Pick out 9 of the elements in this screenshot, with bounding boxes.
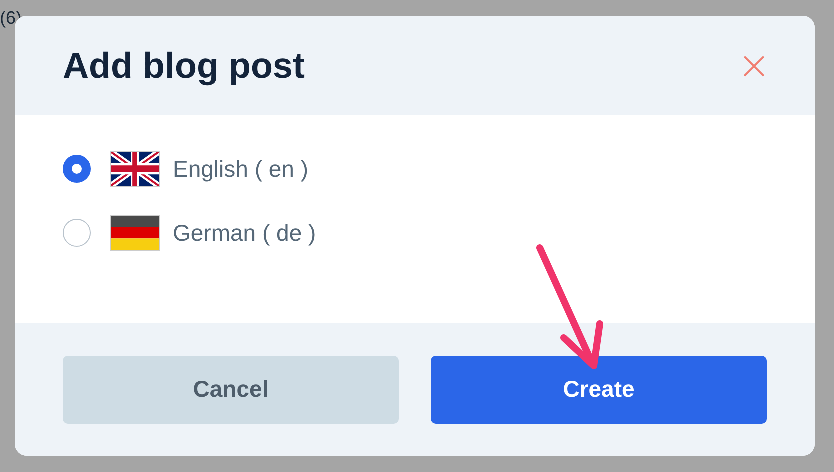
radio-button[interactable] xyxy=(63,155,91,183)
create-button[interactable]: Create xyxy=(431,356,767,424)
radio-button[interactable] xyxy=(63,219,91,247)
flag-icon xyxy=(111,152,159,186)
flag-icon xyxy=(111,216,159,250)
cancel-button[interactable]: Cancel xyxy=(63,356,399,424)
dialog-title: Add blog post xyxy=(63,44,305,86)
language-label: German ( de ) xyxy=(173,220,316,246)
language-label: English ( en ) xyxy=(173,156,309,182)
